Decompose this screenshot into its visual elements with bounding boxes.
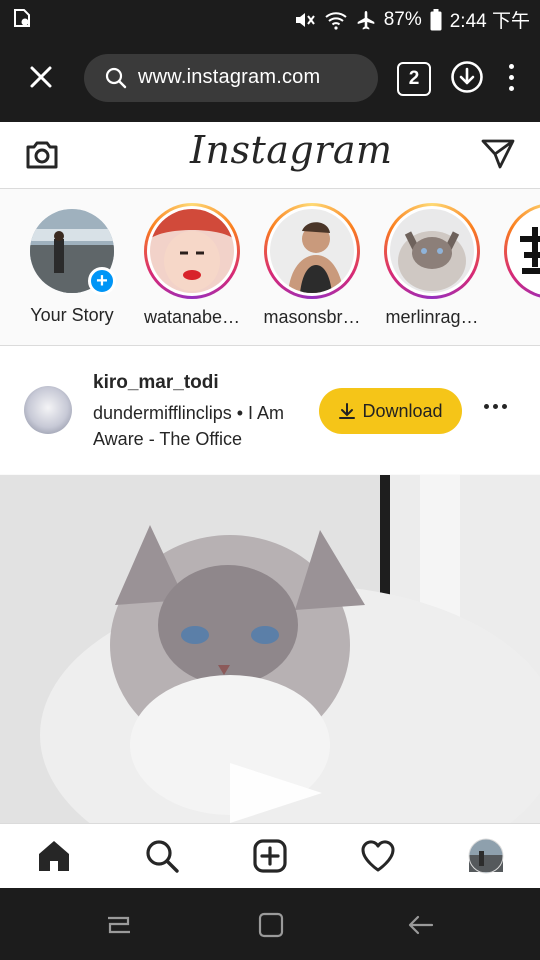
- instagram-logo[interactable]: Instagram: [190, 128, 393, 172]
- mute-icon: [295, 12, 315, 27]
- camera-icon[interactable]: [24, 138, 60, 172]
- battery-percent: 87%: [383, 8, 422, 30]
- download-label: Download: [362, 400, 443, 421]
- close-icon[interactable]: [24, 60, 58, 94]
- airplane-icon: [357, 10, 375, 29]
- story-label: Your Story: [30, 305, 114, 325]
- home-icon[interactable]: [36, 838, 72, 874]
- avatar: [390, 209, 474, 293]
- clock: 2:44 下午: [449, 11, 530, 32]
- direct-message-icon[interactable]: [480, 136, 516, 170]
- story-label: masonsbr…: [263, 307, 361, 327]
- browser-toolbar: www.instagram.com 2: [0, 36, 540, 122]
- status-right: 87% 2:44 下午: [294, 6, 530, 33]
- sim-card-icon: [14, 9, 30, 27]
- activity-heart-icon[interactable]: [360, 838, 396, 874]
- url-bar[interactable]: www.instagram.com: [84, 54, 378, 102]
- story-watanabe[interactable]: watanabe…: [137, 203, 247, 328]
- search-icon[interactable]: [144, 838, 180, 874]
- download-icon[interactable]: [450, 60, 484, 94]
- profile-avatar[interactable]: [468, 838, 504, 874]
- post-media[interactable]: [0, 475, 540, 823]
- story-merlinrag[interactable]: merlinrag…: [377, 203, 487, 328]
- back-icon[interactable]: [406, 910, 436, 940]
- bottom-navigation: [0, 823, 540, 889]
- download-button[interactable]: Download: [319, 388, 462, 434]
- avatar: [510, 209, 540, 293]
- post-header: kiro_mar_todi dundermifflinclips • I Am …: [0, 346, 540, 474]
- story-ya[interactable]: ya: [497, 203, 540, 328]
- add-story-icon[interactable]: +: [88, 267, 116, 295]
- tab-switcher-button[interactable]: 2: [397, 62, 431, 96]
- avatar[interactable]: [24, 386, 72, 434]
- url-text[interactable]: www.instagram.com: [138, 66, 320, 89]
- recents-icon[interactable]: [104, 910, 134, 940]
- story-your-story[interactable]: + Your Story: [17, 203, 127, 326]
- system-navigation-bar: [0, 888, 540, 960]
- overflow-menu-icon[interactable]: [506, 64, 516, 92]
- instagram-header: Instagram: [0, 122, 540, 189]
- avatar: [150, 209, 234, 293]
- post-username[interactable]: kiro_mar_todi: [93, 372, 219, 394]
- story-label: watanabe…: [143, 307, 241, 327]
- new-post-icon[interactable]: [252, 838, 288, 874]
- avatar: +: [30, 209, 116, 295]
- avatar: [270, 209, 354, 293]
- story-label: merlinrag…: [385, 307, 479, 327]
- post-audio[interactable]: dundermifflinclips • I Am Aware - The Of…: [93, 400, 308, 452]
- more-options-icon[interactable]: [484, 404, 507, 409]
- status-bar: 87% 2:44 下午: [0, 0, 540, 36]
- battery-icon: [430, 8, 442, 30]
- story-label: ya: [497, 307, 540, 328]
- wifi-icon: [325, 11, 347, 30]
- cat-video-thumbnail: [0, 475, 540, 823]
- story-masonsbr[interactable]: masonsbr…: [257, 203, 367, 328]
- home-button-icon[interactable]: [256, 910, 286, 940]
- search-icon: [105, 67, 127, 89]
- stories-tray: + Your Story watanabe… masonsbr… merlinr…: [0, 189, 540, 346]
- download-arrow-icon: [339, 403, 356, 419]
